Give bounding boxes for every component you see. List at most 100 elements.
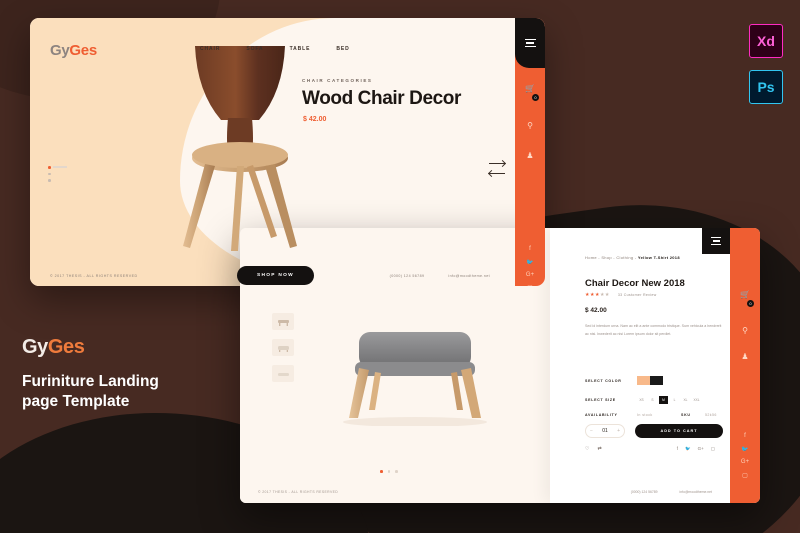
- poster-tagline-line2: page Template: [22, 392, 130, 410]
- arrow-left-icon[interactable]: [489, 173, 505, 174]
- slider-dot-1[interactable]: [48, 166, 51, 169]
- poster-logo: GyGes: [22, 336, 159, 359]
- availability-value: In stock: [637, 413, 653, 417]
- instagram-icon[interactable]: ▢: [730, 472, 760, 479]
- landing-logo[interactable]: GyGes: [50, 42, 97, 59]
- slider-dot-2[interactable]: [48, 172, 51, 175]
- product-footer-email[interactable]: info@moodtheme.net: [680, 490, 712, 494]
- landing-footer-phone: (0000) 124 56789: [389, 274, 425, 278]
- breadcrumb-shop[interactable]: Shop: [601, 255, 612, 260]
- slider-bar: [53, 166, 67, 168]
- color-swatch-peach[interactable]: [637, 376, 650, 385]
- user-icon[interactable]: ♟: [515, 151, 545, 160]
- shop-now-button[interactable]: SHOP NOW: [237, 266, 314, 285]
- cart-icon[interactable]: 🛒: [515, 84, 545, 93]
- instagram-icon[interactable]: ▢: [711, 446, 715, 452]
- hero-price: $ 42.00: [303, 116, 327, 123]
- google-plus-icon[interactable]: G+: [730, 459, 760, 465]
- landing-footer-copyright: © 2017 THESIS - ALL RIGHTS RESERVED: [50, 274, 138, 278]
- nav-item-sofa[interactable]: SOFA: [246, 46, 263, 52]
- software-badges: Xd Ps: [749, 24, 783, 116]
- gallery-carousel-dots[interactable]: [380, 470, 398, 473]
- landing-footer-email[interactable]: info@moodtheme.net: [448, 274, 490, 278]
- quantity-stepper[interactable]: − 01 +: [585, 424, 625, 438]
- breadcrumb-clothing[interactable]: Clothing: [616, 255, 633, 260]
- carousel-dot-3[interactable]: [395, 470, 398, 473]
- cart-icon[interactable]: 🛒: [730, 290, 760, 299]
- product-right-rail: 🛒 0 ⚲ ♟ f 🐦 G+ ▢: [730, 228, 760, 503]
- wishlist-heart-icon[interactable]: ♡: [585, 446, 589, 452]
- cart-badge: 0: [532, 94, 539, 101]
- poster-branding: GyGes Furiniture Landing page Template: [22, 336, 159, 412]
- google-plus-icon[interactable]: G+: [698, 446, 704, 452]
- product-action-icons: ♡ ⇄: [585, 446, 602, 452]
- product-footer-contact: (0000) 124 56789 info@moodtheme.net: [631, 490, 712, 494]
- adobe-photoshop-icon: Ps: [749, 70, 783, 104]
- twitter-icon[interactable]: 🐦: [730, 446, 760, 453]
- quantity-decrease[interactable]: −: [590, 428, 593, 434]
- star-icons: ★★★★★: [585, 292, 610, 298]
- color-option-row: SELECT COLOR: [585, 376, 663, 385]
- arrow-right-icon[interactable]: [489, 163, 505, 164]
- select-size-label: SELECT SIZE: [585, 398, 616, 402]
- thumbnail-3[interactable]: [272, 365, 294, 382]
- slider-dot-3[interactable]: [48, 179, 51, 182]
- review-count[interactable]: 33 Customer Review: [618, 293, 657, 297]
- landing-nav: CHAIR SOFA TABLE BED: [200, 46, 350, 52]
- size-option-xxl[interactable]: XXL: [692, 396, 701, 404]
- product-hamburger-menu-icon[interactable]: [702, 228, 730, 254]
- twitter-icon[interactable]: 🐦: [515, 259, 545, 266]
- carousel-dot-1[interactable]: [380, 470, 383, 473]
- product-detail-panel: [550, 228, 730, 503]
- size-option-row: SELECT SIZE XS S M L XL XXL: [585, 396, 703, 404]
- user-icon[interactable]: ♟: [730, 352, 760, 361]
- quantity-increase[interactable]: +: [617, 428, 620, 434]
- facebook-icon[interactable]: f: [730, 433, 760, 439]
- size-option-xl[interactable]: XL: [681, 396, 690, 404]
- thumbnail-2[interactable]: [272, 339, 294, 356]
- product-share-icons: f 🐦 G+ ▢: [677, 446, 715, 452]
- landing-right-rail: 🛒 0 ⚲ ♟ f 🐦 G+ ▢: [515, 18, 545, 286]
- product-footer-copyright: © 2017 THESIS - ALL RIGHTS RESERVED: [258, 490, 339, 494]
- product-description: Sed id interdum urna. Nam ac elit a ante…: [585, 324, 722, 336]
- twitter-icon[interactable]: 🐦: [685, 446, 691, 452]
- slider-indicator[interactable]: [48, 166, 67, 186]
- nav-item-bed[interactable]: BED: [336, 46, 349, 52]
- add-to-cart-button[interactable]: ADD TO CART: [635, 424, 723, 438]
- poster-logo-part2: Ges: [47, 336, 85, 358]
- landing-footer-contact: (0000) 124 56789 info@moodtheme.net: [390, 274, 490, 278]
- product-thumbnail-list: [272, 313, 294, 391]
- poster-tagline-line1: Furiniture Landing: [22, 373, 159, 390]
- slider-arrows[interactable]: [489, 163, 505, 183]
- search-icon[interactable]: ⚲: [515, 121, 545, 130]
- breadcrumb-current: Yellow T-Shirt 2018: [637, 255, 680, 260]
- sku-value: 52k56: [705, 413, 717, 417]
- google-plus-icon[interactable]: G+: [515, 272, 545, 278]
- product-title: Chair Decor New 2018: [585, 278, 685, 289]
- poster-logo-part1: Gy: [22, 336, 48, 358]
- hamburger-menu-icon[interactable]: [515, 18, 545, 68]
- size-option-l[interactable]: L: [670, 396, 679, 404]
- color-swatch-black[interactable]: [650, 376, 663, 385]
- compare-icon[interactable]: ⇄: [597, 446, 601, 452]
- ottoman-chair-image: [343, 332, 487, 426]
- product-price: $ 42.00: [585, 307, 607, 314]
- breadcrumb: Home - Shop - Clothing - Yellow T-Shirt …: [585, 255, 680, 260]
- breadcrumb-home[interactable]: Home: [585, 255, 597, 260]
- nav-item-table[interactable]: TABLE: [290, 46, 311, 52]
- search-icon[interactable]: ⚲: [730, 326, 760, 335]
- size-option-s[interactable]: S: [648, 396, 657, 404]
- carousel-dot-2[interactable]: [387, 470, 391, 473]
- availability-row: AVAILABILITY In stock SKU 52k56: [585, 413, 717, 417]
- instagram-icon[interactable]: ▢: [515, 284, 545, 286]
- facebook-icon[interactable]: f: [515, 246, 545, 252]
- poster-tagline: Furiniture Landing page Template: [22, 372, 159, 412]
- nav-item-chair[interactable]: CHAIR: [200, 46, 220, 52]
- hero-title: Wood Chair Decor: [302, 88, 461, 109]
- hero-category-label: CHAIR CATEGORIES: [302, 78, 373, 83]
- size-option-m[interactable]: M: [659, 396, 668, 404]
- size-option-xs[interactable]: XS: [637, 396, 646, 404]
- facebook-icon[interactable]: f: [677, 446, 678, 452]
- product-footer-phone: (0000) 124 56789: [630, 490, 658, 494]
- thumbnail-1[interactable]: [272, 313, 294, 330]
